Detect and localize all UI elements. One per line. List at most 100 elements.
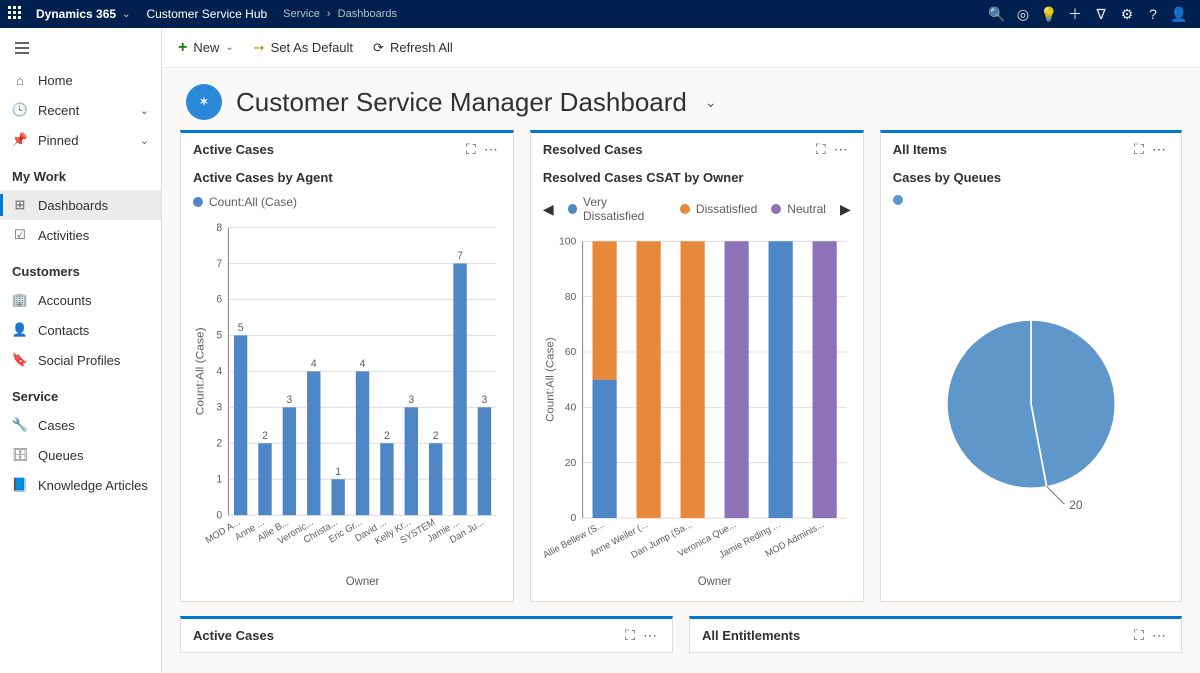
settings-icon[interactable]: ⚙ (1114, 6, 1140, 23)
svg-text:0: 0 (216, 509, 222, 521)
svg-text:7: 7 (457, 250, 463, 262)
more-icon[interactable]: ⋯ (831, 141, 851, 158)
svg-text:2: 2 (433, 430, 439, 442)
chevron-down-icon[interactable]: ⌄ (140, 134, 149, 147)
sidebar-item-queues[interactable]: 🗄 Queues (0, 440, 161, 470)
task-icon[interactable]: ◎ (1010, 6, 1036, 23)
sidebar-item-label: Pinned (38, 133, 130, 148)
chevron-down-icon[interactable]: ⌄ (705, 94, 717, 111)
svg-text:3: 3 (482, 394, 488, 406)
expand-icon[interactable]: ⛶ (1129, 627, 1149, 644)
contacts-icon: 👤 (12, 322, 28, 338)
chevron-down-icon[interactable]: ⌄ (122, 9, 130, 20)
chart-legend (881, 191, 1181, 211)
svg-text:80: 80 (565, 292, 577, 303)
cmd-label: New (193, 40, 219, 55)
dashboard-icon: ⊞ (12, 197, 28, 213)
legend-label: Dissatisfied (696, 202, 757, 216)
card-active-cases-2: Active Cases ⛶ ⋯ (180, 616, 673, 653)
set-default-button[interactable]: ➙ Set As Default (254, 40, 353, 56)
svg-text:60: 60 (565, 347, 577, 358)
sidebar-item-social[interactable]: 🔖 Social Profiles (0, 345, 161, 375)
hamburger-icon[interactable] (0, 34, 161, 65)
sidebar-item-recent[interactable]: 🕓 Recent ⌄ (0, 95, 161, 125)
sidebar-item-label: Queues (38, 448, 149, 463)
breadcrumb-dashboards[interactable]: Dashboards (338, 8, 397, 20)
expand-icon[interactable]: ⛶ (461, 141, 481, 158)
home-icon: ⌂ (12, 72, 28, 88)
svg-text:20: 20 (565, 458, 577, 469)
svg-text:7: 7 (216, 258, 222, 270)
add-icon[interactable]: ＋ (1062, 4, 1088, 24)
svg-text:2: 2 (384, 430, 390, 442)
sidebar-group-mywork: My Work (0, 155, 161, 190)
chart-legend: ◀ Very Dissatisfied Dissatisfied Neutral… (531, 191, 863, 229)
help-icon[interactable]: ? (1140, 6, 1166, 22)
svg-text:2: 2 (262, 430, 268, 442)
svg-text:6: 6 (216, 294, 222, 306)
sidebar-item-label: Dashboards (38, 198, 149, 213)
svg-text:40: 40 (565, 402, 577, 413)
refresh-button[interactable]: ⟳ Refresh All (373, 40, 453, 56)
card-title: Resolved Cases (543, 142, 811, 157)
sidebar-item-accounts[interactable]: 🏢 Accounts (0, 285, 161, 315)
sidebar-item-dashboards[interactable]: ⊞ Dashboards (0, 190, 161, 220)
expand-icon[interactable]: ⛶ (1129, 141, 1149, 158)
sidebar-item-cases[interactable]: 🔧 Cases (0, 410, 161, 440)
legend-label: Very Dissatisfied (583, 195, 666, 223)
more-icon[interactable]: ⋯ (640, 627, 660, 644)
app-name[interactable]: Dynamics 365 (36, 7, 116, 21)
sidebar-item-activities[interactable]: ☑ Activities (0, 220, 161, 250)
sidebar-item-contacts[interactable]: 👤 Contacts (0, 315, 161, 345)
chevron-down-icon[interactable]: ⌄ (140, 104, 149, 117)
svg-text:5: 5 (216, 329, 222, 341)
new-button[interactable]: + New ⌄ (178, 39, 234, 57)
dashboard-badge-icon: ✶ (186, 84, 222, 120)
more-icon[interactable]: ⋯ (481, 141, 501, 158)
hub-name[interactable]: Customer Service Hub (146, 7, 267, 21)
svg-text:100: 100 (559, 236, 577, 247)
sidebar-item-label: Activities (38, 228, 149, 243)
sidebar: ⌂ Home 🕓 Recent ⌄ 📌 Pinned ⌄ My Work ⊞ D… (0, 28, 162, 673)
svg-text:Count:All (Case): Count:All (Case) (544, 337, 556, 422)
sidebar-item-pinned[interactable]: 📌 Pinned ⌄ (0, 125, 161, 155)
accounts-icon: 🏢 (12, 292, 28, 308)
filter-icon[interactable]: ∇ (1088, 6, 1114, 23)
legend-next-icon[interactable]: ▶ (840, 201, 851, 218)
chart-legend: Count:All (Case) (181, 191, 513, 215)
expand-icon[interactable]: ⛶ (620, 627, 640, 644)
search-icon[interactable]: 🔍 (984, 6, 1010, 23)
cmd-label: Refresh All (390, 40, 453, 55)
breadcrumb-service[interactable]: Service (283, 8, 320, 20)
refresh-icon: ⟳ (373, 40, 384, 56)
svg-text:Owner: Owner (346, 575, 380, 588)
plus-icon: + (178, 39, 187, 57)
svg-text:1: 1 (216, 473, 222, 485)
svg-text:3: 3 (286, 394, 292, 406)
legend-prev-icon[interactable]: ◀ (543, 201, 554, 218)
cmd-label: Set As Default (271, 40, 353, 55)
svg-text:4: 4 (311, 358, 317, 370)
card-title: Active Cases (193, 142, 461, 157)
user-avatar-icon[interactable]: 👤 (1166, 6, 1192, 23)
svg-text:Count:All (Case): Count:All (Case) (194, 327, 207, 415)
chevron-down-icon[interactable]: ⌄ (225, 42, 233, 53)
card-subtitle: Active Cases by Agent (181, 166, 513, 191)
app-launcher-icon[interactable] (8, 6, 24, 22)
more-icon[interactable]: ⋯ (1149, 141, 1169, 158)
sidebar-item-kb[interactable]: 📘 Knowledge Articles (0, 470, 161, 500)
social-icon: 🔖 (12, 352, 28, 368)
legend-label: Count:All (Case) (209, 195, 297, 209)
cases-icon: 🔧 (12, 417, 28, 433)
svg-text:4: 4 (216, 365, 222, 377)
sidebar-item-label: Knowledge Articles (38, 478, 149, 493)
activities-icon: ☑ (12, 227, 28, 243)
lightbulb-icon[interactable]: 💡 (1036, 6, 1062, 23)
sidebar-item-label: Cases (38, 418, 149, 433)
more-icon[interactable]: ⋯ (1149, 627, 1169, 644)
sidebar-item-home[interactable]: ⌂ Home (0, 65, 161, 95)
sidebar-item-label: Home (38, 73, 149, 88)
card-resolved-cases: Resolved Cases ⛶ ⋯ Resolved Cases CSAT b… (530, 130, 864, 602)
expand-icon[interactable]: ⛶ (811, 141, 831, 158)
sidebar-item-label: Social Profiles (38, 353, 149, 368)
